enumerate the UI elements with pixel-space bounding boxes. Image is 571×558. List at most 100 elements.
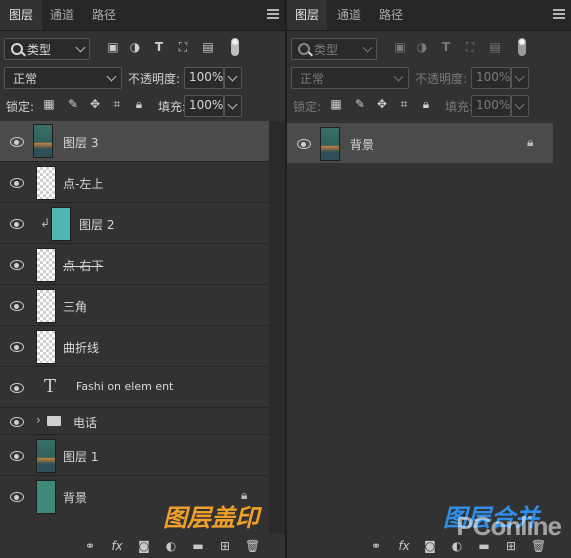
lock-icon: 🔒︎ bbox=[527, 135, 534, 149]
scrollbar[interactable] bbox=[269, 121, 285, 534]
eye-icon[interactable] bbox=[10, 342, 24, 352]
lock-all-icon[interactable]: 🔒︎ bbox=[132, 97, 146, 111]
shape-filter-icon[interactable]: ⛶ bbox=[463, 40, 477, 54]
opacity-field[interactable]: 100% bbox=[184, 67, 224, 89]
eye-icon[interactable] bbox=[297, 139, 311, 149]
layer-name[interactable]: 图层 3 bbox=[63, 134, 98, 151]
link-icon[interactable]: ⚭ bbox=[83, 539, 97, 553]
panel-tabbar: 图层 通道 路径 bbox=[287, 0, 571, 31]
layer-name[interactable]: 三角 bbox=[63, 298, 87, 315]
lock-artboard-icon[interactable]: ⌗ bbox=[110, 97, 124, 111]
lock-paint-icon[interactable]: ✎ bbox=[353, 97, 367, 111]
tab-channels[interactable]: 通道 bbox=[329, 0, 369, 30]
filter-kind-label: 类型 bbox=[27, 43, 52, 57]
layer-thumbnail bbox=[320, 127, 340, 161]
fill-dropdown-button[interactable] bbox=[511, 95, 529, 117]
caption-left: 图层盖印 bbox=[163, 504, 259, 532]
image-filter-icon[interactable]: ▣ bbox=[106, 40, 120, 54]
layer-row[interactable]: 三角 bbox=[0, 285, 269, 326]
tab-layers[interactable]: 图层 bbox=[0, 0, 42, 30]
opacity-dropdown-button[interactable] bbox=[224, 67, 242, 89]
lock-all-icon[interactable]: 🔒︎ bbox=[419, 97, 433, 111]
layer-row[interactable]: 点-右下 bbox=[0, 244, 269, 285]
eye-icon[interactable] bbox=[10, 137, 24, 147]
smart-object-filter-icon[interactable]: ▤ bbox=[488, 40, 502, 54]
panel-menu-icon[interactable] bbox=[267, 9, 279, 21]
panel-menu-icon[interactable] bbox=[553, 9, 565, 21]
filter-toggle[interactable] bbox=[518, 38, 526, 56]
lock-transparent-icon[interactable]: ▦ bbox=[42, 97, 56, 111]
lock-position-icon[interactable]: ✥ bbox=[375, 97, 389, 111]
image-filter-icon[interactable]: ▣ bbox=[393, 40, 407, 54]
fill-field[interactable]: 100% bbox=[471, 95, 511, 117]
layer-name[interactable]: 背景 bbox=[63, 489, 87, 506]
eye-icon[interactable] bbox=[10, 260, 24, 270]
group-icon[interactable]: ▬ bbox=[191, 539, 205, 553]
layer-name[interactable]: 图层 1 bbox=[63, 448, 98, 465]
type-filter-icon[interactable]: T bbox=[152, 40, 166, 54]
eye-icon[interactable] bbox=[10, 219, 24, 229]
opacity-field[interactable]: 100% bbox=[471, 67, 511, 89]
eye-icon[interactable] bbox=[10, 492, 24, 502]
eye-icon[interactable] bbox=[10, 178, 24, 188]
adjustment-filter-icon[interactable]: ◑ bbox=[128, 40, 142, 54]
eye-icon[interactable] bbox=[10, 417, 24, 427]
eye-icon[interactable] bbox=[10, 451, 24, 461]
opacity-label: 不透明度: bbox=[415, 72, 468, 86]
filter-kind-select[interactable]: 类型 bbox=[4, 38, 90, 60]
adjustment-icon[interactable]: ◐ bbox=[450, 539, 464, 553]
layer-name[interactable]: 图层 2 bbox=[79, 216, 114, 233]
filter-toggle[interactable] bbox=[231, 38, 239, 56]
fx-icon[interactable]: fx bbox=[110, 539, 124, 553]
chevron-down-icon bbox=[106, 71, 117, 82]
layer-thumbnail bbox=[51, 207, 71, 241]
tab-layers[interactable]: 图层 bbox=[287, 0, 327, 30]
lock-position-icon[interactable]: ✥ bbox=[88, 97, 102, 111]
tab-paths[interactable]: 路径 bbox=[371, 0, 411, 30]
layer-name[interactable]: Fashi on elem ent bbox=[76, 380, 173, 393]
chevron-down-icon bbox=[362, 42, 373, 53]
eye-icon[interactable] bbox=[10, 301, 24, 311]
fill-field[interactable]: 100% bbox=[184, 95, 224, 117]
shape-filter-icon[interactable]: ⛶ bbox=[176, 40, 190, 54]
new-layer-icon[interactable]: ⊞ bbox=[504, 539, 518, 553]
layer-name[interactable]: 点-右下 bbox=[63, 257, 103, 274]
filter-kind-select[interactable]: 类型 bbox=[291, 38, 377, 60]
clipping-arrow-icon: ↲ bbox=[40, 216, 51, 230]
blend-mode-select[interactable]: 正常 bbox=[4, 67, 122, 89]
adjustment-icon[interactable]: ◐ bbox=[164, 539, 178, 553]
layer-name[interactable]: 曲折线 bbox=[63, 339, 99, 356]
smart-object-filter-icon[interactable]: ▤ bbox=[201, 40, 215, 54]
expand-arrow-icon[interactable]: › bbox=[36, 413, 41, 427]
layer-row[interactable]: 曲折线 bbox=[0, 326, 269, 367]
tab-channels[interactable]: 通道 bbox=[42, 0, 82, 30]
layer-name[interactable]: 点-左上 bbox=[63, 175, 103, 192]
mask-icon[interactable]: ◙ bbox=[423, 539, 437, 553]
layer-row[interactable]: 图层 1 bbox=[0, 435, 269, 476]
layer-row[interactable]: T Fashi on elem ent bbox=[0, 367, 269, 408]
adjustment-filter-icon[interactable]: ◑ bbox=[415, 40, 429, 54]
delete-icon[interactable]: 🗑︎ bbox=[531, 539, 546, 553]
new-layer-icon[interactable]: ⊞ bbox=[218, 539, 232, 553]
layer-row[interactable]: 背景 🔒︎ bbox=[287, 123, 553, 163]
fx-icon[interactable]: fx bbox=[397, 539, 411, 553]
layer-row[interactable]: 图层 3 bbox=[0, 121, 269, 162]
lock-artboard-icon[interactable]: ⌗ bbox=[397, 97, 411, 111]
eye-icon[interactable] bbox=[10, 383, 24, 393]
lock-transparent-icon[interactable]: ▦ bbox=[329, 97, 343, 111]
group-icon[interactable]: ▬ bbox=[477, 539, 491, 553]
blend-mode-select[interactable]: 正常 bbox=[291, 67, 409, 89]
layer-name[interactable]: 电话 bbox=[73, 414, 97, 431]
type-filter-icon[interactable]: T bbox=[439, 40, 453, 54]
mask-icon[interactable]: ◙ bbox=[137, 539, 151, 553]
lock-paint-icon[interactable]: ✎ bbox=[66, 97, 80, 111]
layer-row[interactable]: ↲ 图层 2 bbox=[0, 203, 269, 244]
layer-row[interactable]: 点-左上 bbox=[0, 162, 269, 203]
delete-icon[interactable]: 🗑︎ bbox=[245, 539, 260, 553]
tab-paths[interactable]: 路径 bbox=[84, 0, 124, 30]
link-icon[interactable]: ⚭ bbox=[369, 539, 383, 553]
opacity-dropdown-button[interactable] bbox=[511, 67, 529, 89]
fill-dropdown-button[interactable] bbox=[224, 95, 242, 117]
layer-name[interactable]: 背景 bbox=[350, 136, 374, 153]
layer-group-row[interactable]: › 电话 bbox=[0, 408, 269, 435]
